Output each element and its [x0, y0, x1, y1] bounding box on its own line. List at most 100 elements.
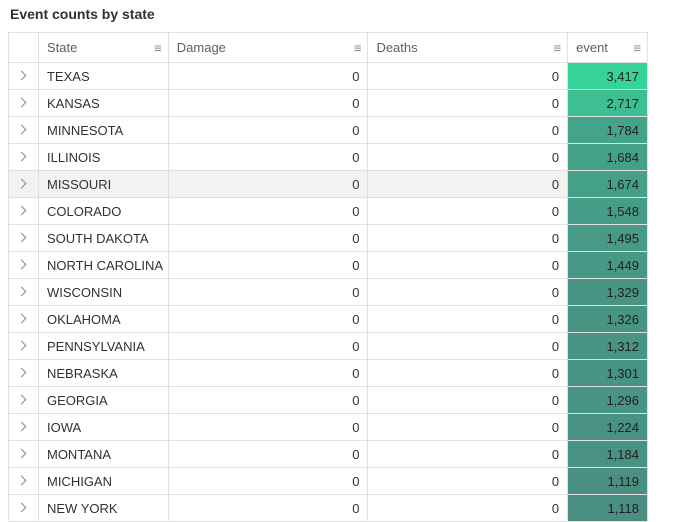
- cell-state: NEBRASKA: [38, 360, 168, 386]
- expand-toggle[interactable]: [8, 441, 38, 467]
- expand-toggle[interactable]: [8, 414, 38, 440]
- cell-deaths: 0: [367, 468, 567, 494]
- chevron-right-icon: [18, 71, 28, 81]
- expand-toggle[interactable]: [8, 225, 38, 251]
- chevron-right-icon: [18, 125, 28, 135]
- cell-event: 1,326: [567, 306, 647, 332]
- expand-toggle[interactable]: [8, 252, 38, 278]
- chevron-right-icon: [18, 503, 28, 513]
- hamburger-icon[interactable]: ≡: [633, 41, 641, 54]
- cell-deaths: 0: [367, 225, 567, 251]
- cell-event: 1,119: [567, 468, 647, 494]
- header-deaths[interactable]: Deaths ≡: [367, 33, 567, 62]
- cell-event: 1,184: [567, 441, 647, 467]
- table-row[interactable]: NEBRASKA001,301: [8, 360, 647, 387]
- chevron-right-icon: [18, 422, 28, 432]
- cell-state: MICHIGAN: [38, 468, 168, 494]
- cell-event: 1,118: [567, 495, 647, 521]
- data-grid: State ≡ Damage ≡ Deaths ≡ event ≡ TEXAS0…: [8, 32, 648, 522]
- cell-damage: 0: [168, 90, 368, 116]
- table-row[interactable]: TEXAS003,417: [8, 63, 647, 90]
- expand-toggle[interactable]: [8, 387, 38, 413]
- chevron-right-icon: [18, 98, 28, 108]
- cell-event: 1,312: [567, 333, 647, 359]
- header-row: State ≡ Damage ≡ Deaths ≡ event ≡: [8, 33, 647, 63]
- header-deaths-label: Deaths: [376, 40, 417, 55]
- panel-title: Event counts by state: [0, 0, 679, 32]
- hamburger-icon[interactable]: ≡: [554, 41, 562, 54]
- cell-damage: 0: [168, 144, 368, 170]
- cell-damage: 0: [168, 306, 368, 332]
- cell-damage: 0: [168, 198, 368, 224]
- expand-toggle[interactable]: [8, 198, 38, 224]
- cell-state: COLORADO: [38, 198, 168, 224]
- cell-damage: 0: [168, 441, 368, 467]
- cell-deaths: 0: [367, 495, 567, 521]
- cell-event: 1,449: [567, 252, 647, 278]
- table-row[interactable]: MISSOURI001,674: [8, 171, 647, 198]
- cell-state: KANSAS: [38, 90, 168, 116]
- cell-damage: 0: [168, 468, 368, 494]
- header-event[interactable]: event ≡: [567, 33, 647, 62]
- chevron-right-icon: [18, 476, 28, 486]
- hamburger-icon[interactable]: ≡: [354, 41, 362, 54]
- cell-damage: 0: [168, 252, 368, 278]
- cell-state: NEW YORK: [38, 495, 168, 521]
- table-row[interactable]: KANSAS002,717: [8, 90, 647, 117]
- expand-toggle[interactable]: [8, 171, 38, 197]
- expand-toggle[interactable]: [8, 360, 38, 386]
- table-row[interactable]: PENNSYLVANIA001,312: [8, 333, 647, 360]
- table-row[interactable]: WISCONSIN001,329: [8, 279, 647, 306]
- header-damage-label: Damage: [177, 40, 226, 55]
- cell-deaths: 0: [367, 117, 567, 143]
- table-row[interactable]: NEW YORK001,118: [8, 495, 647, 522]
- hamburger-icon[interactable]: ≡: [154, 41, 162, 54]
- header-event-label: event: [576, 40, 608, 55]
- expand-toggle[interactable]: [8, 144, 38, 170]
- cell-state: SOUTH DAKOTA: [38, 225, 168, 251]
- cell-deaths: 0: [367, 90, 567, 116]
- cell-damage: 0: [168, 171, 368, 197]
- cell-event: 1,224: [567, 414, 647, 440]
- expand-toggle[interactable]: [8, 306, 38, 332]
- cell-state: WISCONSIN: [38, 279, 168, 305]
- cell-deaths: 0: [367, 144, 567, 170]
- chevron-right-icon: [18, 341, 28, 351]
- table-row[interactable]: IOWA001,224: [8, 414, 647, 441]
- header-state[interactable]: State ≡: [38, 33, 168, 62]
- expand-toggle[interactable]: [8, 90, 38, 116]
- cell-event: 3,417: [567, 63, 647, 89]
- cell-deaths: 0: [367, 333, 567, 359]
- table-row[interactable]: MONTANA001,184: [8, 441, 647, 468]
- cell-state: MONTANA: [38, 441, 168, 467]
- cell-state: PENNSYLVANIA: [38, 333, 168, 359]
- expand-toggle[interactable]: [8, 117, 38, 143]
- expand-toggle[interactable]: [8, 468, 38, 494]
- chevron-right-icon: [18, 287, 28, 297]
- cell-damage: 0: [168, 279, 368, 305]
- header-damage[interactable]: Damage ≡: [168, 33, 368, 62]
- expand-toggle[interactable]: [8, 63, 38, 89]
- table-row[interactable]: MICHIGAN001,119: [8, 468, 647, 495]
- expand-toggle[interactable]: [8, 333, 38, 359]
- cell-event: 1,495: [567, 225, 647, 251]
- expand-toggle[interactable]: [8, 495, 38, 521]
- table-row[interactable]: COLORADO001,548: [8, 198, 647, 225]
- cell-event: 1,329: [567, 279, 647, 305]
- expand-toggle[interactable]: [8, 279, 38, 305]
- cell-event: 2,717: [567, 90, 647, 116]
- table-row[interactable]: ILLINOIS001,684: [8, 144, 647, 171]
- cell-deaths: 0: [367, 63, 567, 89]
- chevron-right-icon: [18, 260, 28, 270]
- table-row[interactable]: NORTH CAROLINA001,449: [8, 252, 647, 279]
- table-row[interactable]: MINNESOTA001,784: [8, 117, 647, 144]
- cell-damage: 0: [168, 333, 368, 359]
- table-row[interactable]: OKLAHOMA001,326: [8, 306, 647, 333]
- cell-damage: 0: [168, 387, 368, 413]
- cell-damage: 0: [168, 360, 368, 386]
- cell-deaths: 0: [367, 414, 567, 440]
- table-row[interactable]: SOUTH DAKOTA001,495: [8, 225, 647, 252]
- cell-damage: 0: [168, 117, 368, 143]
- table-row[interactable]: GEORGIA001,296: [8, 387, 647, 414]
- chevron-right-icon: [18, 179, 28, 189]
